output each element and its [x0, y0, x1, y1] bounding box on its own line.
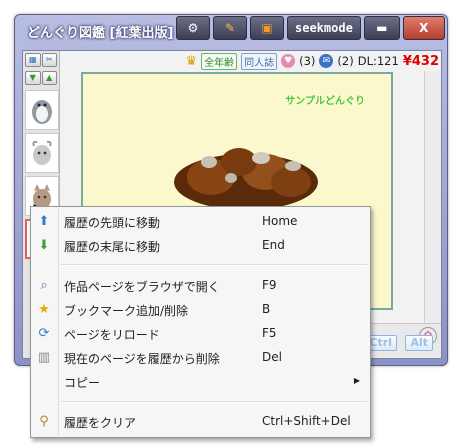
menu-item-shortcut: Ctrl+Shift+Del — [262, 414, 351, 428]
menu-item-shortcut: Del — [262, 350, 282, 364]
broom-icon: ⚲ — [39, 413, 49, 429]
comments-count: (2) — [337, 54, 354, 68]
menu-item-shortcut: End — [262, 238, 285, 252]
lock-icon: ▣ — [261, 21, 273, 35]
menu-item-go-first[interactable]: ⬆ 履歴の先頭に移動 Home — [31, 210, 370, 232]
title-buttons: ⚙ ✎ ▣ seekmode ▬ X — [176, 16, 445, 40]
menu-item-shortcut: Home — [262, 214, 298, 228]
menu-item-delete-from-history[interactable]: ▥ 現在のページを履歴から削除 Del — [31, 346, 370, 368]
arrow-down-icon: ⬇ — [38, 237, 50, 253]
menu-item-label: コピー — [64, 376, 101, 390]
view-grid-button[interactable]: ▦ — [25, 53, 41, 67]
seekmode-button[interactable]: seekmode — [287, 16, 361, 40]
minimize-button[interactable]: ▬ — [363, 16, 400, 40]
like-icon[interactable]: ♥ — [281, 54, 296, 68]
context-menu: ⬆ 履歴の先頭に移動 Home ⬇ 履歴の末尾に移動 End ⌕ 作品ページをブ… — [30, 206, 371, 438]
menu-item-shortcut: F5 — [262, 326, 277, 340]
trash-icon: ▥ — [37, 349, 51, 365]
menu-item-label: 履歴の末尾に移動 — [64, 240, 161, 254]
menu-item-label: 現在のページを履歴から削除 — [64, 352, 220, 366]
window-title: どんぐり図鑑 [紅葉出版] — [27, 26, 174, 41]
download-count: DL:121 — [357, 54, 399, 68]
menu-item-reload[interactable]: ⟳ ページをリロード F5 — [31, 322, 370, 344]
gear-icon: ⚙ — [187, 21, 199, 35]
magnifier-icon: ⌕ — [40, 277, 48, 293]
pin-icon: ✎ — [224, 21, 236, 35]
goat-icon — [32, 140, 52, 165]
pin-button[interactable]: ✎ — [213, 16, 247, 40]
star-icon: ★ — [38, 301, 50, 317]
menu-item-clear-history[interactable]: ⚲ 履歴をクリア Ctrl+Shift+Del — [31, 410, 370, 432]
price-label: ¥432 — [402, 53, 439, 69]
menu-item-label: 作品ページをブラウザで開く — [64, 280, 220, 294]
history-thumb-penguin[interactable] — [25, 90, 59, 130]
menu-item-copy[interactable]: コピー ▶ — [31, 370, 370, 392]
menu-item-label: 履歴の先頭に移動 — [64, 216, 161, 230]
menu-item-shortcut: B — [262, 302, 271, 316]
crown-icon: ♛ — [185, 53, 198, 69]
strip-toolbar: ▦ ✂ — [23, 51, 59, 69]
menu-item-label: 履歴をクリア — [64, 416, 137, 430]
sample-label: サンプルどんぐり — [285, 96, 365, 107]
lock-button[interactable]: ▣ — [250, 16, 284, 40]
history-thumb-goat[interactable] — [25, 133, 59, 173]
strip-nav: ▼ ▲ — [23, 69, 59, 87]
comment-icon[interactable]: ✉ — [319, 54, 334, 68]
menu-item-label: ブックマーク追加/削除 — [64, 304, 189, 318]
menu-item-shortcut: F9 — [262, 278, 277, 292]
nav-up-button[interactable]: ▲ — [41, 71, 57, 85]
info-bar: ♛ 全年齢 同人誌 ♥ (3) ✉ (2) DL:121 ¥432 — [63, 52, 439, 70]
penguin-icon — [32, 100, 52, 124]
badge-doujin: 同人誌 — [241, 52, 278, 70]
reload-icon: ⟳ — [38, 325, 50, 341]
vertical-scrollbar[interactable] — [424, 71, 441, 331]
menu-separator — [61, 264, 367, 266]
menu-item-label: ページをリロード — [64, 328, 160, 342]
menu-separator — [61, 401, 367, 403]
alt-key-button[interactable]: Alt — [405, 335, 433, 351]
close-button[interactable]: X — [402, 16, 445, 40]
nav-down-button[interactable]: ▼ — [25, 71, 41, 85]
likes-count: (3) — [299, 54, 316, 68]
acorns-image — [174, 148, 318, 210]
menu-item-bookmark[interactable]: ★ ブックマーク追加/削除 B — [31, 298, 370, 320]
menu-item-go-last[interactable]: ⬇ 履歴の末尾に移動 End — [31, 234, 370, 256]
menu-item-open-browser[interactable]: ⌕ 作品ページをブラウザで開く F9 — [31, 274, 370, 296]
view-list-button[interactable]: ✂ — [41, 53, 57, 67]
submenu-arrow-icon: ▶ — [353, 376, 360, 385]
title-bar[interactable]: どんぐり図鑑 [紅葉出版] ⚙ ✎ ▣ seekmode ▬ X — [15, 15, 447, 51]
badge-all-ages: 全年齢 — [201, 52, 238, 70]
settings-button[interactable]: ⚙ — [176, 16, 210, 40]
arrow-up-icon: ⬆ — [38, 213, 50, 229]
